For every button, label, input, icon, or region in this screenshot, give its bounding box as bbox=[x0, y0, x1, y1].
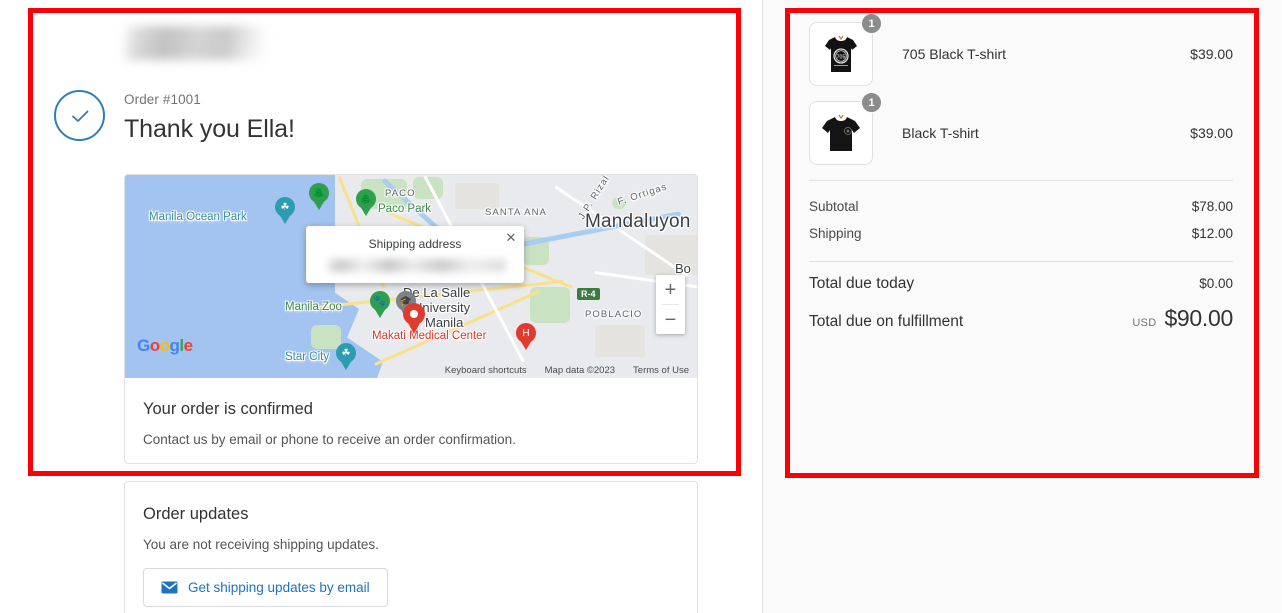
line-item: 705 1 705 Black T-shirt $39.00 bbox=[809, 13, 1233, 86]
envelope-icon bbox=[161, 581, 178, 594]
thank-you-header: Order #1001 Thank you Ella! bbox=[54, 90, 295, 145]
total-label: Shipping bbox=[809, 226, 862, 241]
total-due-today-row: Total due today $0.00 bbox=[809, 266, 1233, 299]
map-block-shape bbox=[455, 183, 499, 209]
store-logo bbox=[124, 26, 264, 60]
order-status-page: Order #1001 Thank you Ella! Manila Ocean… bbox=[0, 0, 1282, 613]
keyboard-shortcuts-link[interactable]: Keyboard shortcuts bbox=[445, 365, 527, 376]
close-icon[interactable]: ✕ bbox=[504, 231, 518, 245]
order-number: Order #1001 bbox=[124, 92, 201, 107]
map-zoom-controls: + − bbox=[656, 275, 685, 334]
map-poi-pin[interactable]: H bbox=[516, 323, 536, 350]
map-label: Manila bbox=[425, 315, 464, 330]
shipping-address-info-window: Shipping address ✕ bbox=[306, 226, 524, 283]
shipping-map-card: Manila Ocean Park PACO Paco Park SANTA A… bbox=[124, 174, 698, 464]
total-due-today-value: $0.00 bbox=[1199, 276, 1233, 291]
item-quantity-badge: 1 bbox=[861, 13, 882, 34]
order-updates-subtitle: You are not receiving shipping updates. bbox=[143, 537, 379, 552]
total-due-on-fulfillment-row: Total due on fulfillment USD $90.00 bbox=[809, 299, 1233, 332]
shipping-address-value bbox=[328, 259, 506, 272]
total-due-on-fulfillment-label: Total due on fulfillment bbox=[809, 313, 964, 330]
item-name: Black T-shirt bbox=[902, 125, 979, 141]
success-check-icon bbox=[54, 90, 105, 141]
map-attribution: Keyboard shortcuts Map data ©2023 Terms … bbox=[125, 362, 697, 378]
terms-of-use-link[interactable]: Terms of Use bbox=[633, 365, 689, 376]
page-title: Thank you Ella! bbox=[124, 115, 295, 143]
order-confirmed-title: Your order is confirmed bbox=[143, 400, 313, 418]
order-updates-title: Order updates bbox=[143, 505, 249, 523]
map-label: POBLACIO bbox=[585, 309, 643, 320]
shipping-address-marker[interactable] bbox=[403, 303, 425, 334]
map-label: Makati Medical Center bbox=[372, 330, 487, 342]
map-poi-pin[interactable]: ☘ bbox=[275, 197, 295, 224]
order-confirmed-subtitle: Contact us by email or phone to receive … bbox=[143, 432, 516, 447]
product-thumbnail[interactable] bbox=[809, 101, 873, 165]
get-shipping-updates-label: Get shipping updates by email bbox=[188, 580, 370, 595]
map-route-badge: R-4 bbox=[577, 288, 600, 300]
map-label: PACO bbox=[385, 188, 416, 199]
totals-section: Subtotal $78.00 Shipping $12.00 Total du… bbox=[809, 193, 1233, 332]
map-poi-pin[interactable]: 🌲 bbox=[356, 189, 376, 216]
map-label: Manila Ocean Park bbox=[149, 211, 247, 223]
google-map[interactable]: Manila Ocean Park PACO Paco Park SANTA A… bbox=[125, 175, 697, 378]
map-poi-pin[interactable]: 🌲 bbox=[309, 183, 329, 210]
order-summary-column: 705 1 705 Black T-shirt $39.00 1 Black T… bbox=[763, 0, 1281, 613]
total-row: Shipping $12.00 bbox=[809, 220, 1233, 247]
map-label: Bo bbox=[675, 261, 691, 276]
divider bbox=[809, 180, 1233, 181]
divider bbox=[809, 261, 1233, 262]
item-price: $39.00 bbox=[1190, 46, 1233, 62]
item-quantity-badge: 1 bbox=[861, 92, 882, 113]
map-label: Mandaluyon bbox=[585, 211, 691, 232]
item-name: 705 Black T-shirt bbox=[902, 46, 1007, 62]
map-label: Manila Zoo bbox=[285, 301, 342, 313]
currency-code: USD bbox=[1132, 317, 1157, 329]
map-poi-pin[interactable]: 🐾 bbox=[370, 291, 390, 318]
zoom-out-button[interactable]: − bbox=[656, 305, 685, 334]
line-item: 1 Black T-shirt $39.00 bbox=[809, 92, 1233, 165]
map-label: F. Ortigas bbox=[616, 181, 669, 208]
product-thumbnail[interactable]: 705 bbox=[809, 22, 873, 86]
get-shipping-updates-button[interactable]: Get shipping updates by email bbox=[143, 568, 388, 607]
item-price: $39.00 bbox=[1190, 125, 1233, 141]
order-confirmed-section: Your order is confirmed Contact us by em… bbox=[125, 378, 697, 463]
info-window-title: Shipping address bbox=[368, 237, 462, 251]
map-data-text: Map data ©2023 bbox=[544, 364, 616, 376]
order-updates-card: Order updates You are not receiving ship… bbox=[124, 481, 698, 613]
total-label: Subtotal bbox=[809, 199, 859, 214]
map-label: Paco Park bbox=[378, 203, 432, 215]
map-label: SANTA ANA bbox=[485, 207, 547, 218]
zoom-in-button[interactable]: + bbox=[656, 275, 685, 304]
map-block-shape bbox=[595, 325, 645, 357]
total-due-today-label: Total due today bbox=[809, 275, 915, 292]
total-value: $78.00 bbox=[1191, 199, 1233, 214]
total-value: $12.00 bbox=[1191, 226, 1233, 241]
svg-text:705: 705 bbox=[837, 54, 846, 60]
order-details-column: Order #1001 Thank you Ella! Manila Ocean… bbox=[0, 0, 763, 613]
total-row: Subtotal $78.00 bbox=[809, 193, 1233, 220]
total-due-on-fulfillment-value: $90.00 bbox=[1164, 305, 1233, 331]
order-summary: 705 1 705 Black T-shirt $39.00 1 Black T… bbox=[809, 13, 1233, 332]
google-logo: Google bbox=[137, 336, 193, 355]
